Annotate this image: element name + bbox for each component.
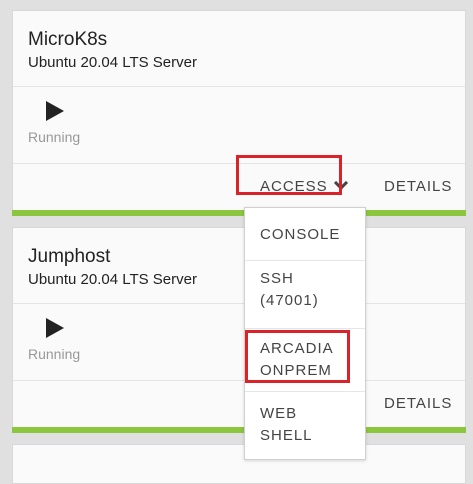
- divider: [245, 328, 365, 329]
- divider: [13, 380, 465, 381]
- menu-item-console[interactable]: CONSOLE: [260, 224, 340, 246]
- divider: [13, 86, 465, 87]
- status-bar: [12, 427, 466, 433]
- instance-name: Jumphost: [28, 246, 111, 267]
- details-button[interactable]: DETAILS: [384, 178, 452, 195]
- menu-item-label: CONSOLE: [260, 226, 341, 243]
- menu-item-label: WEB: [260, 405, 298, 422]
- play-icon[interactable]: [46, 318, 64, 338]
- menu-item-label: SSH: [260, 270, 294, 287]
- instance-card: [12, 444, 466, 484]
- arcadia-highlight-box: [245, 330, 350, 383]
- instance-name: MicroK8s: [28, 29, 108, 50]
- instance-os: Ubuntu 20.04 LTS Server: [28, 271, 197, 288]
- status-bar: [12, 210, 466, 216]
- play-icon[interactable]: [46, 101, 64, 121]
- divider: [245, 391, 365, 392]
- divider: [245, 260, 365, 261]
- instance-status: Running: [28, 129, 81, 145]
- instance-card-jumphost: Jumphost Ubuntu 20.04 LTS Server Running…: [12, 227, 466, 433]
- menu-item-ssh[interactable]: SSH (47001): [260, 268, 319, 312]
- menu-item-sublabel: (47001): [260, 292, 319, 309]
- menu-item-web-shell[interactable]: WEB SHELL: [260, 403, 313, 447]
- menu-item-sublabel: SHELL: [260, 427, 313, 444]
- access-highlight-box: [236, 155, 342, 195]
- divider: [13, 303, 465, 304]
- instance-os: Ubuntu 20.04 LTS Server: [28, 54, 197, 71]
- instance-status: Running: [28, 346, 81, 362]
- details-button[interactable]: DETAILS: [384, 395, 452, 412]
